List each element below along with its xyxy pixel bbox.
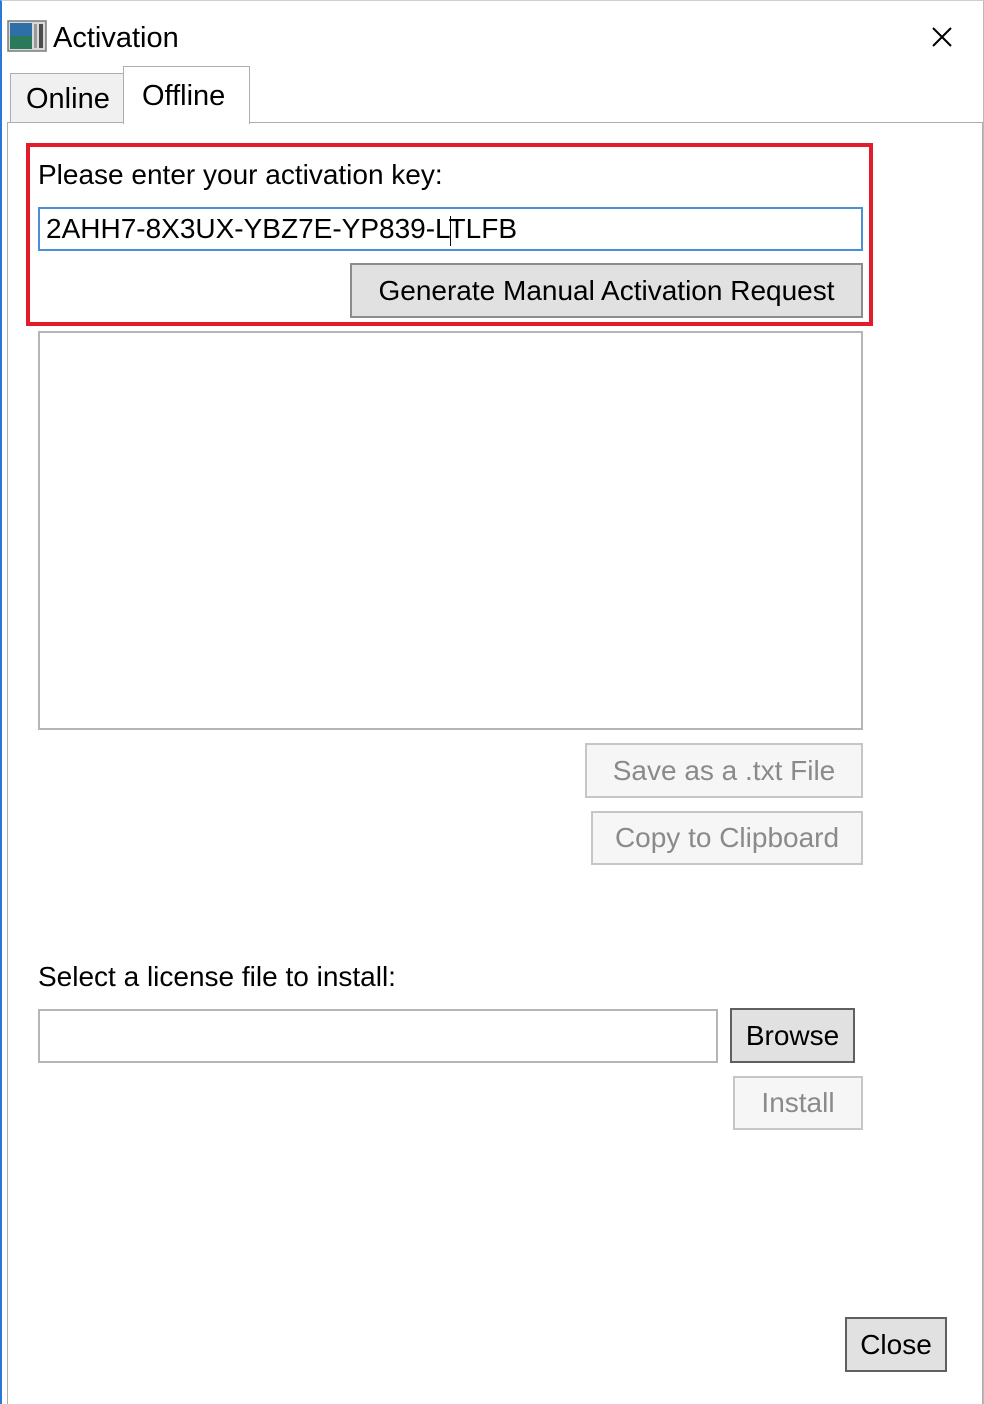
activation-key-value: 2AHH7-8X3UX-YBZ7E-YP839-LTLFB [46, 213, 517, 244]
install-button[interactable]: Install [733, 1076, 863, 1130]
generate-request-button-label: Generate Manual Activation Request [378, 275, 835, 306]
tab-offline[interactable]: Offline [123, 66, 250, 124]
browse-button[interactable]: Browse [730, 1008, 855, 1063]
copy-clipboard-button[interactable]: Copy to Clipboard [591, 811, 863, 865]
close-button[interactable]: Close [845, 1317, 947, 1372]
install-button-label: Install [761, 1087, 835, 1118]
save-txt-button-label: Save as a .txt File [612, 755, 836, 786]
tab-online-label: Online [26, 83, 110, 115]
activation-request-textarea[interactable] [38, 331, 863, 730]
close-button-label: Close [860, 1329, 932, 1360]
close-icon[interactable] [919, 19, 963, 55]
browse-button-label: Browse [745, 1020, 840, 1051]
text-caret [450, 216, 451, 246]
window-title: Activation [53, 22, 179, 54]
generate-request-button[interactable]: Generate Manual Activation Request [350, 263, 863, 318]
copy-clipboard-button-label: Copy to Clipboard [614, 822, 840, 853]
license-file-input[interactable] [38, 1009, 718, 1063]
activation-window: Activation Online Offline Please enter y… [0, 0, 984, 1404]
tab-offline-label: Offline [142, 80, 226, 112]
license-file-label: Select a license file to install: [38, 961, 396, 992]
title-bar: Activation [2, 1, 983, 67]
tab-online[interactable]: Online [10, 73, 124, 123]
save-txt-button[interactable]: Save as a .txt File [585, 743, 863, 798]
activation-key-label: Please enter your activation key: [38, 159, 443, 190]
app-icon [7, 20, 47, 52]
